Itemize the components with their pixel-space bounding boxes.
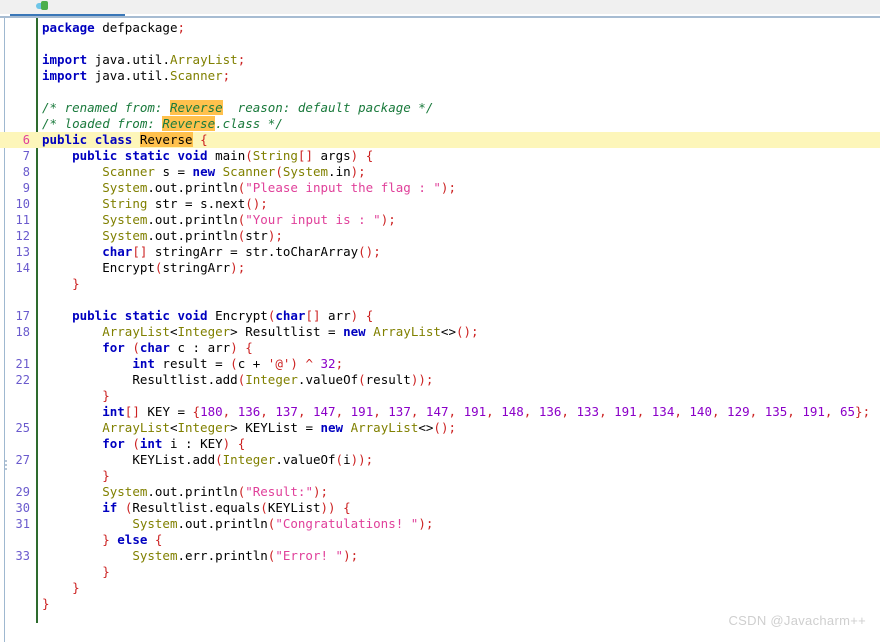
- code-line[interactable]: for (char c : arr) {: [0, 340, 880, 356]
- code-line[interactable]: 33 System.err.println("Error! ");: [0, 548, 880, 564]
- line-number: 29: [15, 485, 30, 499]
- code-text: public class Reverse {: [42, 132, 208, 147]
- code-text: int[] KEY = {180, 136, 137, 147, 191, 13…: [102, 404, 871, 419]
- code-text: for (char c : arr) {: [102, 340, 253, 355]
- code-text: ArrayList<Integer> KEYList = new ArrayLi…: [102, 420, 456, 435]
- code-line[interactable]: }: [0, 276, 880, 292]
- code-text: }: [102, 388, 110, 403]
- code-line[interactable]: 11 System.out.println("Your input is : "…: [0, 212, 880, 228]
- code-line[interactable]: 25 ArrayList<Integer> KEYList = new Arra…: [0, 420, 880, 436]
- line-number: 18: [15, 325, 30, 339]
- code-text: }: [102, 468, 110, 483]
- code-text: import java.util.ArrayList;: [42, 52, 246, 67]
- code-text: int result = (c + '@') ^ 32;: [132, 356, 344, 371]
- code-text: if (Resultlist.equals(KEYList)) {: [102, 500, 351, 515]
- code-text: System.out.println("Your input is : ");: [102, 212, 396, 227]
- code-line[interactable]: [0, 84, 880, 100]
- code-line[interactable]: 22 Resultlist.add(Integer.valueOf(result…: [0, 372, 880, 388]
- code-text: }: [72, 276, 80, 291]
- line-number: 10: [15, 197, 30, 211]
- code-text: String str = s.next();: [102, 196, 268, 211]
- decompiler-window: package defpackage; import java.util.Arra…: [0, 0, 880, 642]
- code-text: System.out.println("Congratulations! ");: [132, 516, 434, 531]
- line-number: 22: [15, 373, 30, 387]
- code-line[interactable]: 6 public class Reverse {: [0, 132, 880, 148]
- line-number: 6: [22, 133, 30, 147]
- code-text: System.out.println("Result:");: [102, 484, 329, 499]
- code-text: Scanner s = new Scanner(System.in);: [102, 164, 366, 179]
- line-number: 31: [15, 517, 30, 531]
- code-text: for (int i : KEY) {: [102, 436, 246, 451]
- code-text: System.out.println(str);: [102, 228, 283, 243]
- code-line[interactable]: 27 KEYList.add(Integer.valueOf(i));: [0, 452, 880, 468]
- code-line[interactable]: [0, 36, 880, 52]
- code-lines-container[interactable]: package defpackage; import java.util.Arra…: [0, 20, 880, 640]
- code-text: Encrypt(stringArr);: [102, 260, 246, 275]
- editor-tab-active[interactable]: [10, 0, 125, 14]
- code-line[interactable]: 10 String str = s.next();: [0, 196, 880, 212]
- code-line[interactable]: }: [0, 468, 880, 484]
- code-line[interactable]: 9 System.out.println("Please input the f…: [0, 180, 880, 196]
- code-text: KEYList.add(Integer.valueOf(i));: [132, 452, 374, 467]
- code-editor[interactable]: package defpackage; import java.util.Arra…: [0, 18, 880, 642]
- code-line[interactable]: for (int i : KEY) {: [0, 436, 880, 452]
- code-line[interactable]: 7 public static void main(String[] args)…: [0, 148, 880, 164]
- code-line[interactable]: 8 Scanner s = new Scanner(System.in);: [0, 164, 880, 180]
- line-number: 13: [15, 245, 30, 259]
- code-text: }: [42, 596, 50, 611]
- code-text: }: [102, 564, 110, 579]
- code-line[interactable]: int[] KEY = {180, 136, 137, 147, 191, 13…: [0, 404, 880, 420]
- code-line[interactable]: 17 public static void Encrypt(char[] arr…: [0, 308, 880, 324]
- code-text: }: [72, 580, 80, 595]
- line-number: 11: [15, 213, 30, 227]
- code-line[interactable]: }: [0, 564, 880, 580]
- code-text: public static void main(String[] args) {: [72, 148, 374, 163]
- code-text: public static void Encrypt(char[] arr) {: [72, 308, 374, 323]
- line-number: 33: [15, 549, 30, 563]
- code-line[interactable]: 30 if (Resultlist.equals(KEYList)) {: [0, 500, 880, 516]
- line-number: 8: [22, 165, 30, 179]
- code-text: Resultlist.add(Integer.valueOf(result));: [132, 372, 434, 387]
- code-line[interactable]: } else {: [0, 532, 880, 548]
- line-number: 27: [15, 453, 30, 467]
- line-number: 25: [15, 421, 30, 435]
- line-number: 12: [15, 229, 30, 243]
- code-line[interactable]: [0, 292, 880, 308]
- code-line[interactable]: }: [0, 596, 880, 612]
- code-text: System.out.println("Please input the fla…: [102, 180, 456, 195]
- code-line[interactable]: }: [0, 580, 880, 596]
- java-class-icon: [36, 1, 49, 12]
- code-line[interactable]: import java.util.ArrayList;: [0, 52, 880, 68]
- code-line[interactable]: 12 System.out.println(str);: [0, 228, 880, 244]
- code-text: import java.util.Scanner;: [42, 68, 231, 83]
- code-text: char[] stringArr = str.toCharArray();: [102, 244, 381, 259]
- code-line[interactable]: import java.util.Scanner;: [0, 68, 880, 84]
- line-number: 17: [15, 309, 30, 323]
- code-line[interactable]: 21 int result = (c + '@') ^ 32;: [0, 356, 880, 372]
- code-line[interactable]: 18 ArrayList<Integer> Resultlist = new A…: [0, 324, 880, 340]
- code-line[interactable]: 31 System.out.println("Congratulations! …: [0, 516, 880, 532]
- code-text: ArrayList<Integer> Resultlist = new Arra…: [102, 324, 479, 339]
- line-number: 30: [15, 501, 30, 515]
- line-number: 21: [15, 357, 30, 371]
- code-line[interactable]: package defpackage;: [0, 20, 880, 36]
- code-line[interactable]: /* renamed from: Reverse reason: default…: [0, 100, 880, 116]
- line-number: 9: [22, 181, 30, 195]
- code-text: package defpackage;: [42, 20, 186, 35]
- watermark-label: CSDN @Javacharm++: [728, 613, 866, 628]
- editor-tab-strip: [0, 0, 880, 18]
- code-text: /* renamed from: Reverse reason: default…: [42, 100, 434, 115]
- code-text: /* loaded from: Reverse.class */: [42, 116, 283, 131]
- code-line[interactable]: 29 System.out.println("Result:");: [0, 484, 880, 500]
- line-number: 7: [22, 149, 30, 163]
- code-line[interactable]: 13 char[] stringArr = str.toCharArray();: [0, 244, 880, 260]
- code-line[interactable]: }: [0, 388, 880, 404]
- code-text: } else {: [102, 532, 163, 547]
- line-number: 14: [15, 261, 30, 275]
- code-text: System.err.println("Error! ");: [132, 548, 359, 563]
- code-line[interactable]: 14 Encrypt(stringArr);: [0, 260, 880, 276]
- code-line[interactable]: /* loaded from: Reverse.class */: [0, 116, 880, 132]
